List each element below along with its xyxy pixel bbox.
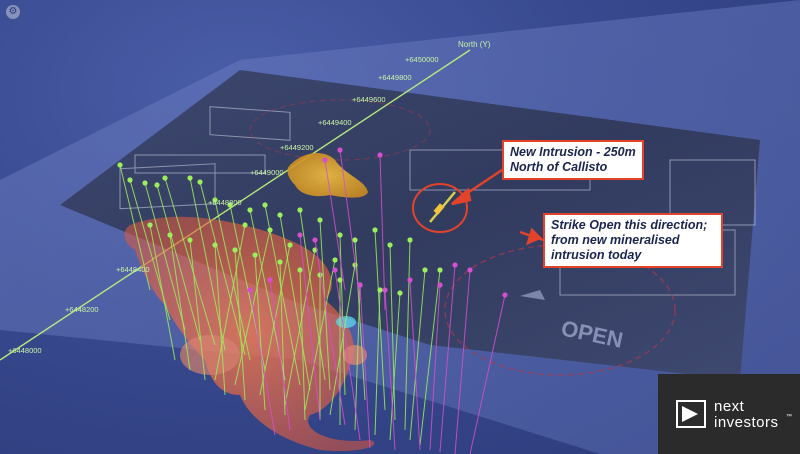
logo-trademark: ™ <box>786 414 792 420</box>
axis-tick: +6448000 <box>8 346 42 355</box>
axis-tick: +6448800 <box>208 198 242 207</box>
drill-collar <box>337 232 343 238</box>
drill-collar <box>247 287 253 293</box>
drill-collar <box>337 147 343 153</box>
drill-collar <box>162 175 168 181</box>
drill-collar <box>422 267 428 273</box>
drill-collar <box>397 290 403 296</box>
viewport: OPEN ⚙ North (Y) +6450000 +6449800 +6449… <box>0 0 800 454</box>
drill-collar <box>277 259 283 265</box>
drill-collar <box>387 242 393 248</box>
play-arrow-icon <box>676 400 706 428</box>
drill-collar <box>197 179 203 185</box>
drill-collar <box>232 247 238 253</box>
axis-tick: +6449800 <box>378 73 412 82</box>
drill-collar <box>187 237 193 243</box>
north-axis-label: North (Y) <box>458 40 491 49</box>
drill-collar <box>187 175 193 181</box>
drill-collar <box>242 222 248 228</box>
drill-collar <box>332 267 338 273</box>
axis-tick: +6450000 <box>405 55 439 64</box>
drill-collar <box>352 237 358 243</box>
drill-collar <box>297 267 303 273</box>
drill-collar <box>322 157 328 163</box>
drill-collar <box>452 262 458 268</box>
drill-collar <box>332 257 338 263</box>
drill-collar <box>142 180 148 186</box>
drill-collar <box>147 222 153 228</box>
axis-tick: +6449400 <box>318 118 352 127</box>
drill-collar <box>407 277 413 283</box>
drill-collar <box>377 287 383 293</box>
axis-tick: +6448200 <box>65 305 99 314</box>
drill-collar <box>437 267 443 273</box>
axis-tick: +6449600 <box>352 95 386 104</box>
drill-collar <box>267 227 273 233</box>
drill-collar <box>407 237 413 243</box>
strike-open-callout: Strike Open this direction; from new min… <box>543 213 723 268</box>
drill-collar <box>317 217 323 223</box>
drill-collar <box>297 232 303 238</box>
brand-logo: next investors ™ <box>658 374 800 454</box>
drill-collar <box>262 202 268 208</box>
drill-collar <box>337 277 343 283</box>
drill-collar <box>252 252 258 258</box>
drill-collar <box>167 232 173 238</box>
axis-tick: +6449200 <box>280 143 314 152</box>
logo-text-next: next <box>714 398 745 415</box>
drill-collar <box>377 152 383 158</box>
drill-collar <box>247 207 253 213</box>
drill-collar <box>502 292 508 298</box>
drill-collar <box>382 287 388 293</box>
drill-collar <box>357 282 363 288</box>
drill-collar <box>297 207 303 213</box>
drill-collar <box>312 237 318 243</box>
new-intrusion-callout: New Intrusion - 250m North of Callisto <box>502 140 644 180</box>
drill-collar <box>154 182 160 188</box>
settings-icon[interactable]: ⚙ <box>6 5 20 19</box>
axis-tick: +6449000 <box>250 168 284 177</box>
drill-collar <box>127 177 133 183</box>
drill-collar <box>372 227 378 233</box>
drill-collar <box>267 277 273 283</box>
drill-collar <box>467 267 473 273</box>
drill-collar <box>212 242 218 248</box>
drill-collar <box>117 162 123 168</box>
drill-collar <box>287 242 293 248</box>
drill-collar <box>277 212 283 218</box>
drill-collar <box>437 282 443 288</box>
logo-text-investors: investors <box>714 414 779 431</box>
axis-tick: +6448400 <box>116 265 150 274</box>
